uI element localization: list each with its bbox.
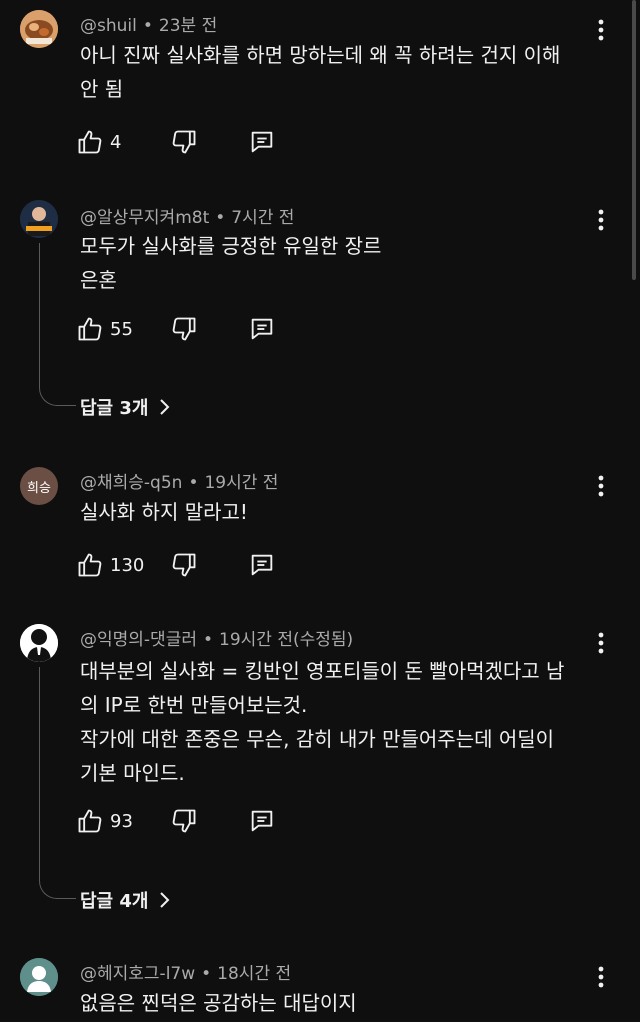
comment-actions: 130: [76, 550, 306, 580]
reply-button[interactable]: [248, 806, 276, 836]
comment-author[interactable]: @익명의-댓글러: [80, 630, 197, 650]
comment-text: 아니 진짜 실사화를 하면 망하는데 왜 꼭 하려는 건지 이해 안 됨: [80, 38, 600, 106]
more-options-button[interactable]: [592, 472, 610, 500]
chevron-right-icon: [160, 399, 170, 415]
comment-time[interactable]: 19시간 전(수정됨): [219, 630, 353, 650]
comment-text: 실사화 하지 말라고!: [80, 495, 600, 529]
comment-meta: @알상무지켜m8t • 7시간 전: [80, 203, 294, 228]
reply-button[interactable]: [248, 550, 276, 580]
more-options-button[interactable]: [592, 963, 610, 991]
comment-author[interactable]: @헤지호그-l7w: [80, 964, 195, 984]
replies-label: 답글 3개: [80, 398, 149, 419]
more-options-button[interactable]: [592, 206, 610, 234]
more-vert-icon: [598, 209, 604, 231]
like-button[interactable]: 55: [76, 314, 133, 344]
thumbs-up-icon: [78, 317, 102, 341]
comment-time[interactable]: 19시간 전: [204, 473, 278, 493]
more-vert-icon: [598, 475, 604, 497]
more-vert-icon: [598, 966, 604, 988]
like-button[interactable]: 4: [76, 127, 121, 157]
meta-separator: •: [188, 473, 199, 493]
comment-line: 아니 진짜 실사화를 하면 망하는데 왜 꼭 하려는 건지 이해: [80, 43, 561, 67]
comment-line: 모두가 실사화를 긍정한 유일한 장르: [80, 234, 382, 258]
comment-icon: [251, 131, 273, 153]
comment-actions: 4: [76, 127, 306, 157]
comment-line: 은혼: [80, 268, 117, 292]
comment-actions: 93: [76, 806, 306, 836]
dislike-button[interactable]: [170, 314, 198, 344]
comment-time[interactable]: 7시간 전: [231, 208, 294, 228]
like-count: 4: [110, 131, 122, 153]
thumbs-down-icon: [172, 553, 196, 577]
chevron-right-icon: [160, 892, 170, 908]
comment-line: 없음은 찐덕은 공감하는 대답이지: [80, 991, 357, 1015]
comment-meta: @익명의-댓글러 • 19시간 전(수정됨): [80, 625, 353, 650]
avatar[interactable]: [20, 10, 58, 48]
thumbs-down-icon: [172, 317, 196, 341]
thread-connector: [39, 667, 76, 899]
comment-text: 없음은 찐덕은 공감하는 대답이지: [80, 986, 600, 1020]
comment-line: 실사화 하지 말라고!: [80, 500, 248, 524]
like-button[interactable]: 130: [76, 550, 144, 580]
thumbs-up-icon: [78, 130, 102, 154]
avatar[interactable]: 희승: [20, 467, 58, 505]
meta-separator: •: [201, 964, 212, 984]
replies-label: 답글 4개: [80, 891, 149, 912]
comment-time[interactable]: 18시간 전: [217, 964, 291, 984]
comment-icon: [251, 554, 273, 576]
reply-button[interactable]: [248, 314, 276, 344]
thumbs-down-icon: [172, 809, 196, 833]
meta-separator: •: [142, 16, 153, 36]
comment-line: 안 됨: [80, 77, 124, 101]
thumbs-up-icon: [78, 809, 102, 833]
comment-icon: [251, 810, 273, 832]
comment-meta: @헤지호그-l7w • 18시간 전: [80, 959, 291, 984]
reply-button[interactable]: [248, 127, 276, 157]
avatar-initials: 희승: [27, 480, 51, 496]
comment-meta: @shuil • 23분 전: [80, 11, 217, 36]
thumbs-up-icon: [78, 553, 102, 577]
view-replies-button[interactable]: 답글 3개: [80, 394, 170, 420]
more-options-button[interactable]: [592, 16, 610, 44]
comment-line: 기본 마인드.: [80, 761, 185, 785]
scrollbar[interactable]: [632, 0, 636, 280]
comment-text: 대부분의 실사화 = 킹반인 영포티들이 돈 빨아먹겠다고 남 의 IP로 한번…: [80, 654, 600, 790]
comment-author[interactable]: @shuil: [80, 16, 137, 36]
like-count: 93: [110, 810, 133, 832]
default-avatar-icon: [20, 958, 58, 996]
dislike-button[interactable]: [170, 550, 198, 580]
comment-author[interactable]: @알상무지켜m8t: [80, 208, 209, 228]
comment-line: 작가에 대한 존중은 무슨, 감히 내가 만들어주는데 어딜이: [80, 727, 555, 751]
comment-time[interactable]: 23분 전: [159, 16, 217, 36]
thread-connector: [39, 243, 76, 406]
dislike-button[interactable]: [170, 806, 198, 836]
like-button[interactable]: 93: [76, 806, 133, 836]
comment-line: 대부분의 실사화 = 킹반인 영포티들이 돈 빨아먹겠다고 남: [80, 659, 565, 683]
dislike-button[interactable]: [170, 127, 198, 157]
avatar[interactable]: [20, 958, 58, 996]
more-options-button[interactable]: [592, 629, 610, 657]
comment-line: 의 IP로 한번 만들어보는것.: [80, 693, 308, 717]
like-count: 55: [110, 318, 133, 340]
meta-separator: •: [215, 208, 226, 228]
comment-author[interactable]: @채희승-q5n: [80, 473, 182, 493]
avatar[interactable]: [20, 200, 58, 238]
more-vert-icon: [598, 19, 604, 41]
comment-meta: @채희승-q5n • 19시간 전: [80, 468, 278, 493]
avatar[interactable]: [20, 624, 58, 662]
comment-text: 모두가 실사화를 긍정한 유일한 장르 은혼: [80, 229, 600, 297]
comment-icon: [251, 318, 273, 340]
meta-separator: •: [202, 630, 214, 650]
like-count: 130: [110, 554, 145, 576]
more-vert-icon: [598, 632, 604, 654]
comment-actions: 55: [76, 314, 306, 344]
thumbs-down-icon: [172, 130, 196, 154]
view-replies-button[interactable]: 답글 4개: [80, 887, 170, 913]
